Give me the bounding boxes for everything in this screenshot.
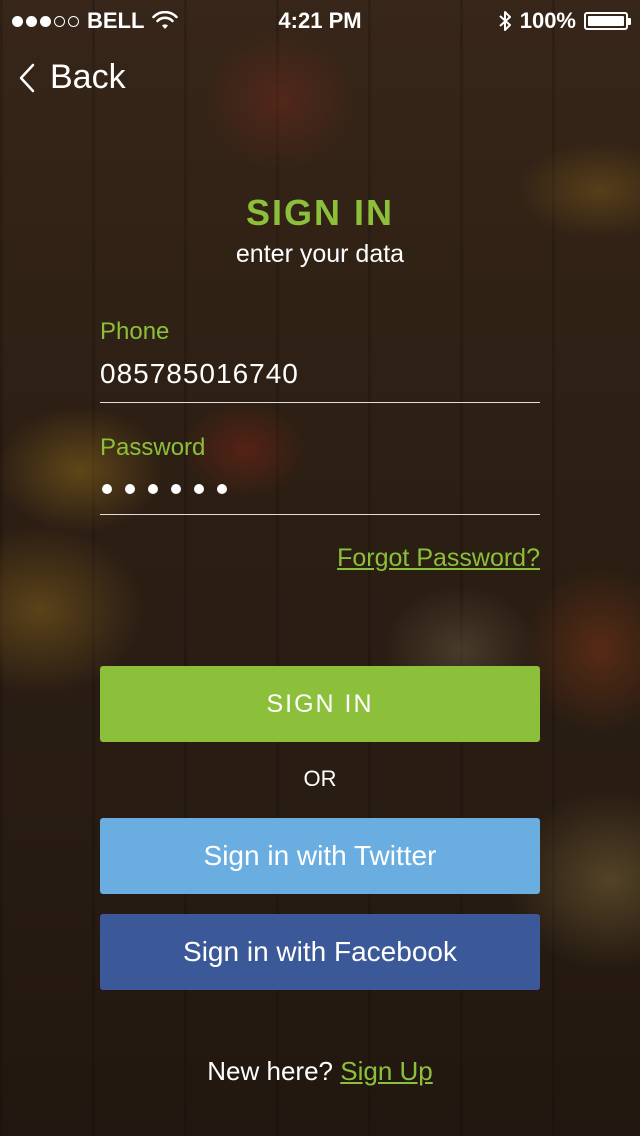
battery-percentage: 100% xyxy=(519,8,576,33)
password-mask-dot xyxy=(125,484,135,494)
sign-up-link[interactable]: Sign Up xyxy=(340,1056,433,1086)
phone-input[interactable] xyxy=(100,350,540,402)
phone-label: Phone xyxy=(100,318,170,345)
sign-in-screen: BELL 4:21 PM 100% Back SIGN IN enter you… xyxy=(0,0,640,1136)
twitter-sign-in-button[interactable]: Sign in with Twitter xyxy=(100,818,540,894)
password-input[interactable] xyxy=(100,466,540,514)
password-label: Password xyxy=(100,434,206,461)
page-title: SIGN IN xyxy=(245,192,394,233)
forgot-password-link[interactable]: Forgot Password? xyxy=(337,544,540,573)
or-divider: OR xyxy=(303,766,337,791)
password-mask-dot xyxy=(102,484,112,494)
page-subtitle: enter your data xyxy=(235,240,405,268)
bluetooth-icon xyxy=(499,11,511,31)
signup-prompt: New here? Sign Up xyxy=(0,1056,640,1087)
battery-icon xyxy=(584,12,631,30)
status-bar: BELL 4:21 PM 100% xyxy=(0,0,640,40)
password-mask-dot xyxy=(194,484,204,494)
password-mask-dot xyxy=(171,484,181,494)
sign-in-button[interactable]: SIGN IN xyxy=(100,666,540,742)
battery-fill xyxy=(588,16,624,26)
facebook-sign-in-button[interactable]: Sign in with Facebook xyxy=(100,914,540,990)
chevron-left-icon xyxy=(19,63,35,92)
password-mask-dot xyxy=(217,484,227,494)
signup-prompt-text: New here? xyxy=(207,1056,333,1086)
password-mask-dot xyxy=(148,484,158,494)
back-button[interactable]: Back xyxy=(18,58,126,97)
password-field: Password xyxy=(100,434,540,515)
phone-field: Phone xyxy=(100,318,540,403)
status-right: 100% xyxy=(498,8,631,34)
back-label: Back xyxy=(50,58,126,96)
